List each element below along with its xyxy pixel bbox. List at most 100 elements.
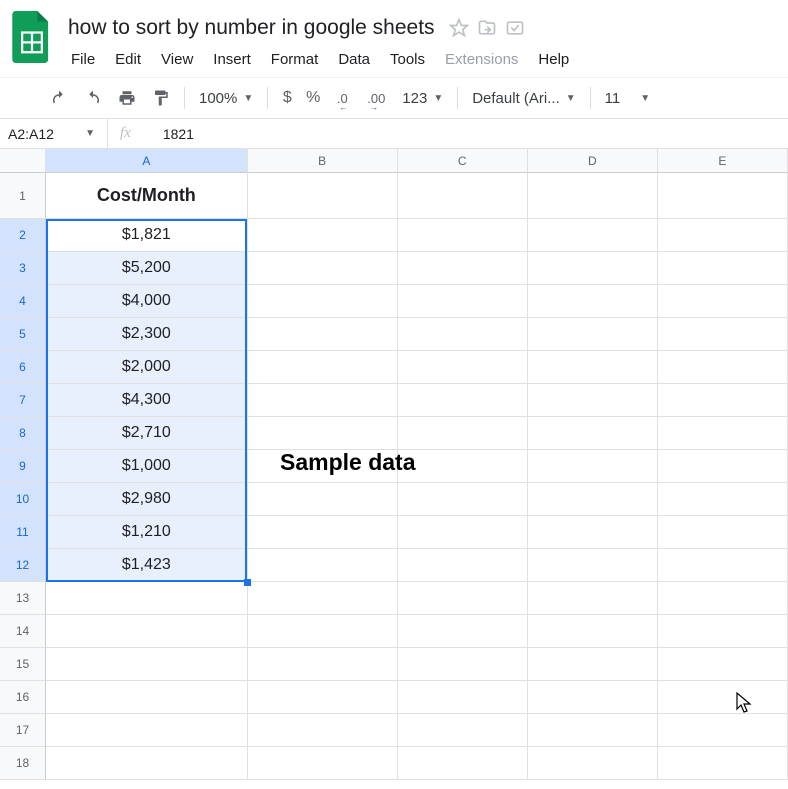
cell-C5[interactable]	[398, 318, 528, 351]
cell-A12[interactable]: $1,423	[46, 549, 248, 582]
cell-B12[interactable]	[248, 549, 398, 582]
row-head-15[interactable]: 15	[0, 648, 46, 681]
cell-A5[interactable]: $2,300	[46, 318, 248, 351]
row-head-7[interactable]: 7	[0, 384, 46, 417]
font-size-dropdown[interactable]: 11 ▼	[599, 86, 656, 111]
cell-A10[interactable]: $2,980	[46, 483, 248, 516]
menu-data[interactable]: Data	[329, 46, 379, 73]
cell-E7[interactable]	[658, 384, 788, 417]
cell-B15[interactable]	[248, 648, 398, 681]
cell-E2[interactable]	[658, 219, 788, 252]
menu-view[interactable]: View	[152, 46, 202, 73]
undo-button[interactable]	[44, 84, 74, 112]
row-head-16[interactable]: 16	[0, 681, 46, 714]
paint-format-button[interactable]	[146, 84, 176, 112]
cell-A16[interactable]	[46, 681, 248, 714]
cell-D3[interactable]	[528, 252, 658, 285]
cell-D16[interactable]	[528, 681, 658, 714]
print-button[interactable]	[112, 84, 142, 112]
spreadsheet-grid[interactable]: A B C D E 1Cost/Month2$1,8213$5,2004$4,0…	[0, 149, 788, 780]
cell-E13[interactable]	[658, 582, 788, 615]
cell-A2[interactable]: $1,821	[46, 219, 248, 252]
name-box[interactable]: A2:A12 ▼	[0, 119, 108, 148]
cell-D15[interactable]	[528, 648, 658, 681]
select-all-corner[interactable]	[0, 149, 46, 173]
menu-file[interactable]: File	[62, 46, 104, 73]
menu-format[interactable]: Format	[262, 46, 328, 73]
increase-decimal-button[interactable]: .00→	[360, 84, 392, 112]
menu-help[interactable]: Help	[529, 46, 578, 73]
cell-B7[interactable]	[248, 384, 398, 417]
move-icon[interactable]	[477, 18, 497, 38]
cell-E12[interactable]	[658, 549, 788, 582]
sheets-logo[interactable]	[12, 10, 52, 64]
cell-E3[interactable]	[658, 252, 788, 285]
cell-C1[interactable]	[398, 173, 528, 219]
cell-A4[interactable]: $4,000	[46, 285, 248, 318]
cell-D8[interactable]	[528, 417, 658, 450]
cell-A6[interactable]: $2,000	[46, 351, 248, 384]
cell-A7[interactable]: $4,300	[46, 384, 248, 417]
cell-D18[interactable]	[528, 747, 658, 780]
redo-button[interactable]	[78, 84, 108, 112]
cell-C15[interactable]	[398, 648, 528, 681]
decrease-decimal-button[interactable]: .0←	[328, 84, 356, 112]
row-head-14[interactable]: 14	[0, 615, 46, 648]
cell-B6[interactable]	[248, 351, 398, 384]
row-head-6[interactable]: 6	[0, 351, 46, 384]
cell-C9[interactable]	[398, 450, 528, 483]
cell-E8[interactable]	[658, 417, 788, 450]
cell-C16[interactable]	[398, 681, 528, 714]
font-dropdown[interactable]: Default (Ari... ▼	[466, 86, 581, 111]
currency-button[interactable]: $	[276, 84, 298, 112]
row-head-12[interactable]: 12	[0, 549, 46, 582]
cell-C12[interactable]	[398, 549, 528, 582]
cell-D17[interactable]	[528, 714, 658, 747]
cell-A1[interactable]: Cost/Month	[46, 173, 248, 219]
menu-insert[interactable]: Insert	[204, 46, 260, 73]
cell-E5[interactable]	[658, 318, 788, 351]
cell-A9[interactable]: $1,000	[46, 450, 248, 483]
zoom-dropdown[interactable]: 100% ▼	[193, 86, 259, 111]
cell-B17[interactable]	[248, 714, 398, 747]
cell-D2[interactable]	[528, 219, 658, 252]
star-icon[interactable]	[449, 18, 469, 38]
cell-B16[interactable]	[248, 681, 398, 714]
cell-B11[interactable]	[248, 516, 398, 549]
cell-E14[interactable]	[658, 615, 788, 648]
cell-C3[interactable]	[398, 252, 528, 285]
col-head-A[interactable]: A	[46, 149, 248, 173]
cell-D5[interactable]	[528, 318, 658, 351]
cell-D9[interactable]	[528, 450, 658, 483]
cell-C18[interactable]	[398, 747, 528, 780]
menu-tools[interactable]: Tools	[381, 46, 434, 73]
cell-C10[interactable]	[398, 483, 528, 516]
col-head-B[interactable]: B	[248, 149, 398, 173]
menu-edit[interactable]: Edit	[106, 46, 150, 73]
cell-D6[interactable]	[528, 351, 658, 384]
cloud-status-icon[interactable]	[505, 18, 525, 38]
cell-E1[interactable]	[658, 173, 788, 219]
cell-A17[interactable]	[46, 714, 248, 747]
cell-D12[interactable]	[528, 549, 658, 582]
col-head-C[interactable]: C	[398, 149, 528, 173]
cell-C6[interactable]	[398, 351, 528, 384]
row-head-4[interactable]: 4	[0, 285, 46, 318]
cell-E6[interactable]	[658, 351, 788, 384]
cell-D1[interactable]	[528, 173, 658, 219]
row-head-9[interactable]: 9	[0, 450, 46, 483]
cell-E16[interactable]	[658, 681, 788, 714]
cell-B3[interactable]	[248, 252, 398, 285]
selection-fill-handle[interactable]	[244, 579, 251, 586]
row-head-8[interactable]: 8	[0, 417, 46, 450]
cell-B18[interactable]	[248, 747, 398, 780]
cell-C13[interactable]	[398, 582, 528, 615]
cell-B5[interactable]	[248, 318, 398, 351]
cell-D7[interactable]	[528, 384, 658, 417]
row-head-11[interactable]: 11	[0, 516, 46, 549]
cell-C17[interactable]	[398, 714, 528, 747]
cell-A11[interactable]: $1,210	[46, 516, 248, 549]
cell-C2[interactable]	[398, 219, 528, 252]
percent-button[interactable]: %	[302, 84, 324, 112]
cell-C11[interactable]	[398, 516, 528, 549]
